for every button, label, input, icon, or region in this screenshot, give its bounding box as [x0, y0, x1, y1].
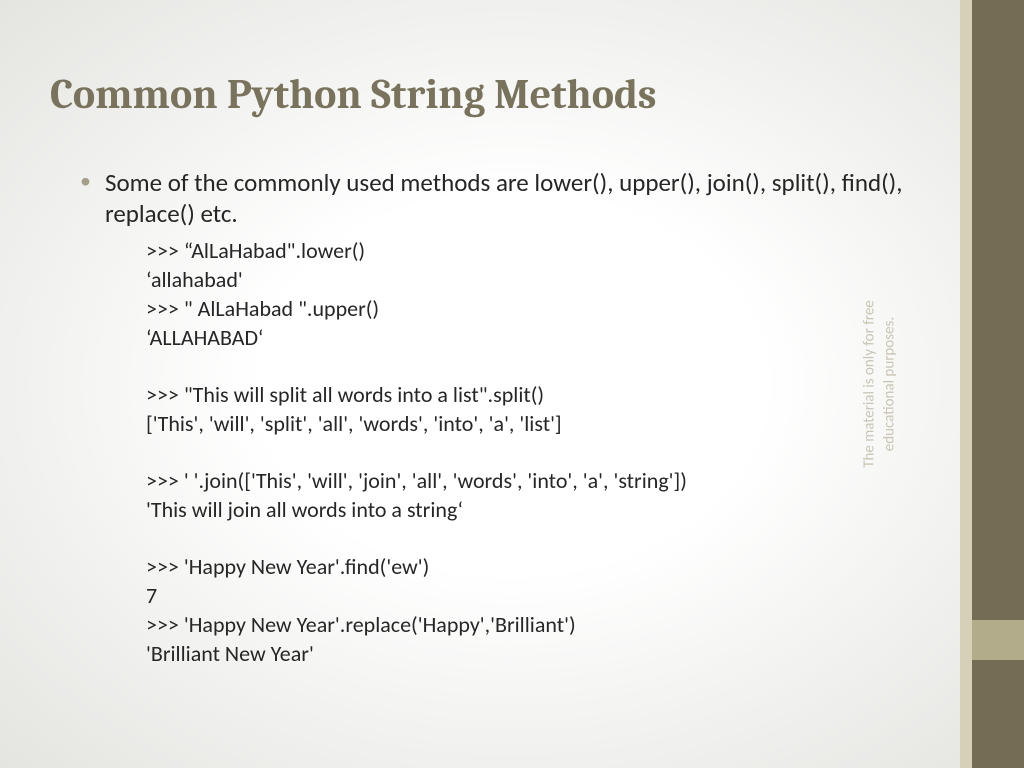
- side-text: The material is only for free educationa…: [861, 254, 900, 514]
- side-accent-block: [972, 620, 1024, 660]
- side-band-light: [960, 0, 972, 768]
- bullet-text: Some of the commonly used methods are lo…: [105, 167, 910, 230]
- code-block: >>> “AlLaHabad".lower() ‘allahabad' >>> …: [146, 236, 910, 668]
- bullet-marker: •: [80, 167, 91, 195]
- side-text-line: educational purposes.: [880, 254, 900, 514]
- side-band: The material is only for free educationa…: [960, 0, 1024, 768]
- bullet-item: • Some of the commonly used methods are …: [80, 167, 910, 230]
- slide-title: Common Python String Methods: [50, 70, 910, 119]
- code-line: ‘ALLAHABAD‘: [146, 323, 910, 352]
- slide-content: Common Python String Methods • Some of t…: [0, 0, 960, 768]
- code-line: >>> "This will split all words into a li…: [146, 380, 910, 409]
- blank-line: [146, 352, 910, 380]
- code-line: >>> 'Happy New Year'.find('ew'): [146, 552, 910, 581]
- code-line: >>> ' '.join(['This', 'will', 'join', 'a…: [146, 466, 910, 495]
- side-band-dark: The material is only for free educationa…: [972, 0, 1024, 768]
- code-line: >>> “AlLaHabad".lower(): [146, 236, 910, 265]
- code-line: >>> 'Happy New Year'.replace('Happy','Br…: [146, 610, 910, 639]
- code-line: ['This', 'will', 'split', 'all', 'words'…: [146, 409, 910, 438]
- blank-line: [146, 524, 910, 552]
- code-line: 'Brilliant New Year': [146, 639, 910, 668]
- side-text-line: The material is only for free: [861, 254, 881, 514]
- blank-line: [146, 438, 910, 466]
- code-line: ‘allahabad': [146, 265, 910, 294]
- code-line: 'This will join all words into a string‘: [146, 495, 910, 524]
- code-line: >>> " AlLaHabad ".upper(): [146, 294, 910, 323]
- code-line: 7: [146, 581, 910, 610]
